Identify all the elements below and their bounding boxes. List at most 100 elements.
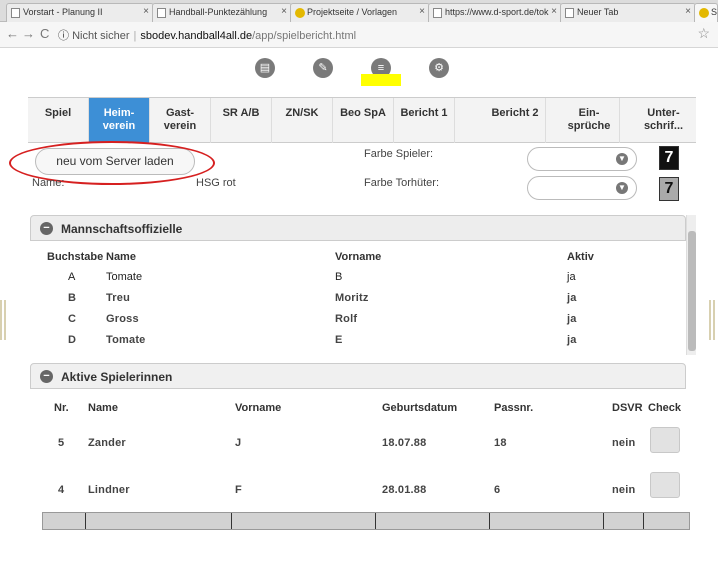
close-icon[interactable]: × — [143, 6, 149, 17]
tab-title: Vorstart - Planung II — [23, 7, 103, 17]
table-cell: Tomate — [106, 334, 146, 346]
column-divider — [375, 513, 376, 529]
col-header-nr: Nr. — [54, 402, 69, 414]
table-cell: 6 — [494, 484, 501, 496]
table-cell: ja — [567, 292, 577, 304]
team-name-value: HSG rot — [196, 177, 236, 189]
tab-unterschriften[interactable]: Unter-schrif... — [631, 98, 696, 143]
close-icon[interactable]: × — [281, 6, 287, 17]
player-photo[interactable] — [650, 427, 680, 453]
tab-heimverein[interactable]: Heim-verein — [89, 98, 150, 143]
table-cell: 5 — [58, 437, 65, 449]
browser-tab-active[interactable]: S — [694, 3, 718, 22]
table-cell: Treu — [106, 292, 131, 304]
table-cell: B — [335, 271, 343, 283]
browser-tabbar: Vorstart - Planung II × Handball-Punktez… — [0, 0, 718, 22]
forward-icon[interactable]: → — [22, 26, 35, 41]
tab-beo-spa[interactable]: Beo SpA — [333, 98, 394, 143]
player-photo[interactable] — [650, 472, 680, 498]
col-header-name: Name — [88, 402, 118, 414]
table-cell: D — [68, 334, 77, 346]
officials-scrollbar[interactable] — [686, 215, 696, 355]
table-cell: 28.01.88 — [382, 484, 427, 496]
table-cell: 18.07.88 — [382, 437, 427, 449]
tab-sr-ab[interactable]: SR A/B — [211, 98, 272, 143]
column-divider — [603, 513, 604, 529]
table-cell: nein — [612, 484, 636, 496]
table-cell: Lindner — [88, 484, 130, 496]
url-host: sbodev.handball4all.de — [140, 30, 253, 42]
table-cell: 4 — [58, 484, 65, 496]
loading-icon — [295, 8, 305, 18]
players-panel-header[interactable]: − Aktive Spielerinnen — [30, 363, 686, 389]
table-cell: nein — [612, 437, 636, 449]
back-icon[interactable]: ← — [6, 26, 19, 41]
column-divider — [489, 513, 490, 529]
panel-title: Aktive Spielerinnen — [61, 370, 173, 384]
reload-icon[interactable]: C — [40, 26, 49, 41]
browser-tab[interactable]: Neuer Tab × — [560, 3, 696, 22]
column-divider — [85, 513, 86, 529]
close-icon[interactable]: × — [551, 6, 557, 17]
player-color-select[interactable]: ▼ — [527, 147, 637, 171]
player-color-preview: 7 — [659, 146, 679, 170]
background-artifact — [0, 300, 8, 340]
col-header-dsvr: DSVR — [612, 402, 643, 414]
keeper-color-select[interactable]: ▼ — [527, 176, 637, 200]
table-cell: Rolf — [335, 313, 358, 325]
page-icon — [11, 8, 20, 18]
tab-title: Handball-Punktezählung — [169, 7, 268, 17]
tab-title: Neuer Tab — [577, 7, 619, 17]
table-cell: Moritz — [335, 292, 369, 304]
officials-panel-header[interactable]: − Mannschaftsoffizielle — [30, 215, 686, 241]
browser-tab[interactable]: https://www.d-sport.de/tok × — [428, 3, 562, 22]
security-label: Nicht sicher — [72, 30, 130, 42]
column-divider — [643, 513, 644, 529]
background-artifact — [709, 300, 717, 340]
close-icon[interactable]: × — [419, 6, 425, 17]
table-cell: Gross — [106, 313, 139, 325]
browser-tab[interactable]: Vorstart - Planung II × — [6, 3, 154, 22]
bookmark-star-icon[interactable]: ☆ — [697, 25, 710, 42]
tab-title: https://www.d-sport.de/tok — [445, 7, 549, 17]
address-bar: ← → C ⓘ Nicht sicher | sbodev.handball4all… — [0, 22, 718, 48]
browser-tab[interactable]: Projektseite / Vorlagen × — [290, 3, 430, 22]
page-icon — [565, 8, 574, 18]
col-header-active: Aktiv — [567, 251, 594, 263]
col-header-letter: Buchstabe — [47, 251, 104, 263]
url-field[interactable]: ⓘ Nicht sicher | sbodev.handball4all.de/ap… — [58, 27, 356, 43]
table-cell: ja — [567, 313, 577, 325]
table-footer-row — [42, 512, 690, 530]
url-path: /app/spielbericht.html — [252, 30, 357, 42]
table-cell: B — [68, 292, 77, 304]
tab-einsprueche[interactable]: Ein-sprüche — [559, 98, 620, 143]
name-label: Name: — [32, 177, 65, 189]
col-header-pass: Passnr. — [494, 402, 534, 414]
col-header-birthdate: Geburtsdatum — [382, 402, 458, 414]
favicon-icon — [699, 8, 709, 18]
browser-tab[interactable]: Handball-Punktezählung × — [152, 3, 292, 22]
table-cell: C — [68, 313, 77, 325]
pencil-icon[interactable]: ✎ — [313, 58, 333, 78]
scroll-thumb[interactable] — [688, 231, 696, 351]
table-cell: J — [235, 437, 242, 449]
tab-bericht-2[interactable]: Bericht 2 — [485, 98, 546, 143]
collapse-icon[interactable]: − — [40, 222, 53, 235]
tab-zn-sk[interactable]: ZN/SK — [272, 98, 333, 143]
col-header-firstname: Vorname — [335, 251, 382, 263]
column-divider — [231, 513, 232, 529]
table-cell: A — [68, 271, 76, 283]
tab-gastverein[interactable]: Gast-verein — [150, 98, 211, 143]
tab-bericht-1[interactable]: Bericht 1 — [394, 98, 455, 143]
close-icon[interactable]: × — [685, 6, 691, 17]
table-cell: ja — [567, 271, 576, 283]
table-cell: Tomate — [106, 271, 143, 283]
collapse-icon[interactable]: − — [40, 370, 53, 383]
col-header-check: Check — [648, 402, 682, 414]
gear-icon[interactable]: ⚙ — [429, 58, 449, 78]
menu-icon[interactable]: ▤ — [255, 58, 275, 78]
table-cell: 18 — [494, 437, 507, 449]
tab-title: S — [711, 7, 718, 17]
tab-spiel[interactable]: Spiel — [28, 98, 89, 143]
player-color-label: Farbe Spieler: — [364, 148, 434, 160]
